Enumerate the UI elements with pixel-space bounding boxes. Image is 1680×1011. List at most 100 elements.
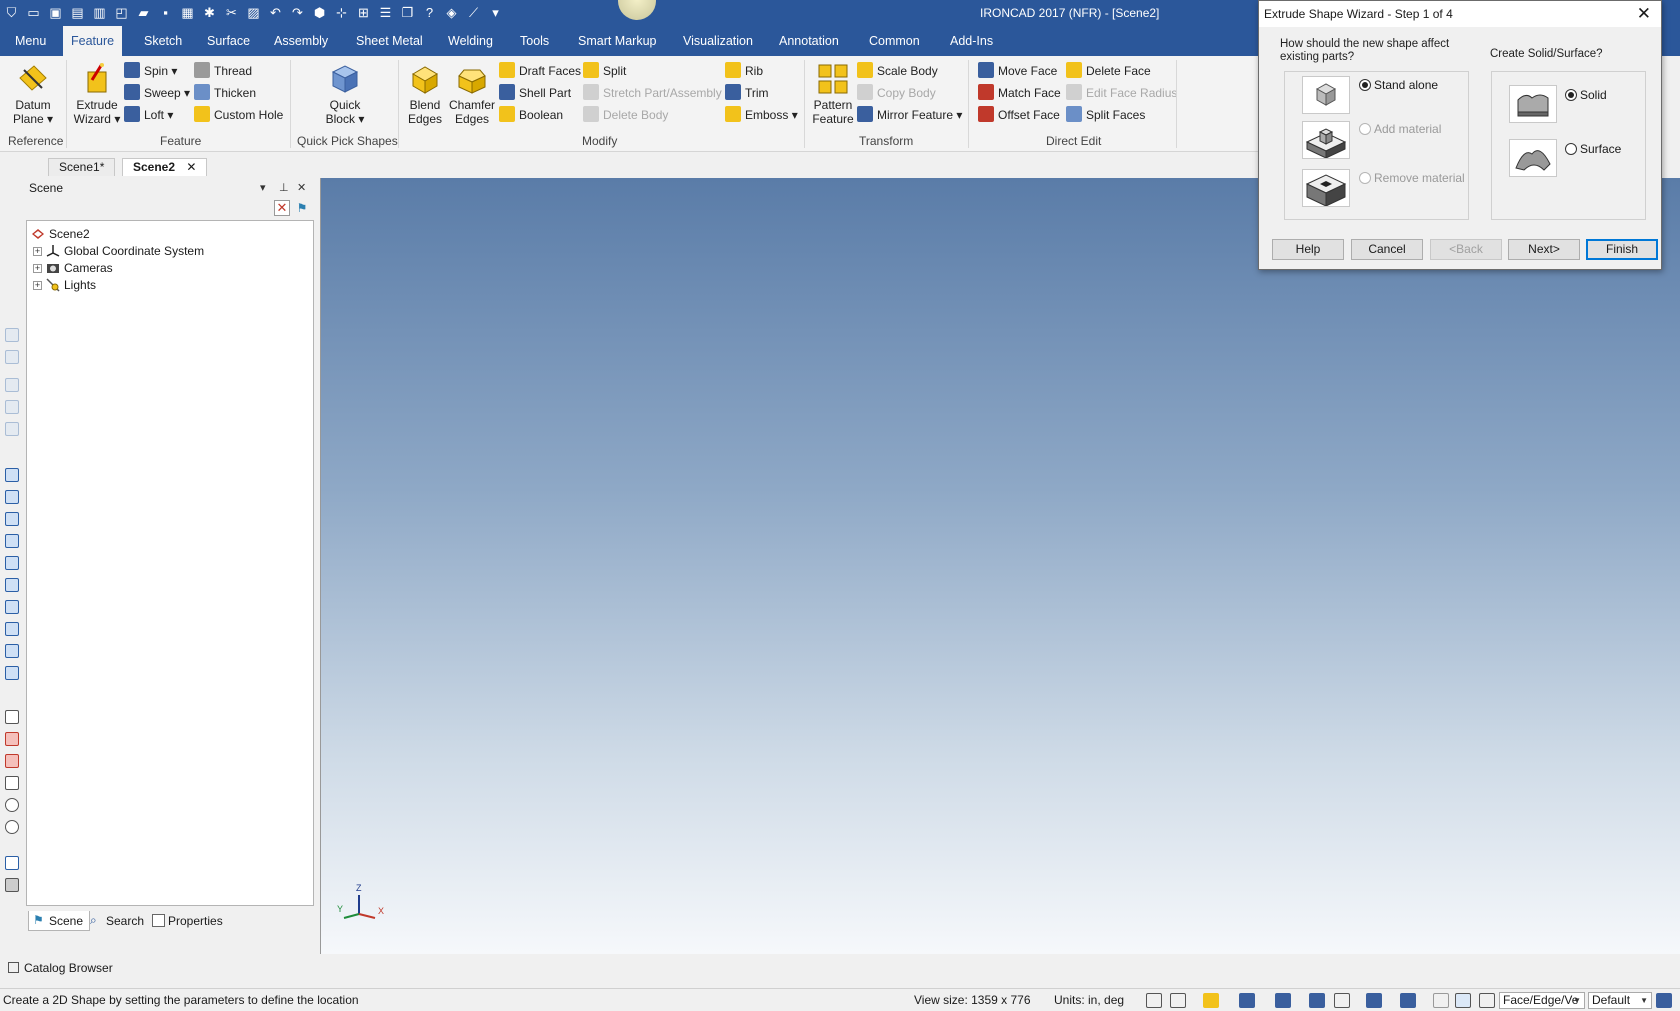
back-view-icon[interactable] [5, 534, 19, 548]
datum-plane-button[interactable]: Datum Plane ▾ [10, 62, 56, 126]
expand-icon[interactable]: + [33, 264, 42, 273]
ruler-icon[interactable] [5, 878, 19, 892]
tab-tools[interactable]: Tools [512, 26, 557, 56]
iso-view-icon[interactable] [5, 622, 19, 636]
spin-view-icon[interactable] [5, 820, 19, 834]
app-icon[interactable]: ⛉ [2, 3, 21, 22]
match-face-button[interactable]: Match Face [978, 84, 1061, 102]
cancel-button[interactable]: Cancel [1351, 239, 1423, 260]
front-view-icon[interactable] [5, 468, 19, 482]
tab-visualization[interactable]: Visualization [675, 26, 761, 56]
edit-face-radius-button[interactable]: Edit Face Radius [1066, 84, 1177, 102]
remove-material-radio[interactable]: Remove material [1359, 171, 1465, 185]
view-tool-icon[interactable] [5, 328, 19, 342]
close-tab-icon[interactable]: ✕ [186, 160, 196, 174]
iso-view-icon[interactable] [5, 644, 19, 658]
camera-target-icon[interactable] [5, 754, 19, 768]
split-button[interactable]: Split [583, 62, 626, 80]
tab-annotation[interactable]: Annotation [771, 26, 847, 56]
bottom-view-icon[interactable] [5, 556, 19, 570]
undo-icon[interactable]: ↶ [266, 3, 285, 22]
rib-button[interactable]: Rib [725, 62, 763, 80]
view-tool-icon[interactable] [5, 400, 19, 414]
zoom-icon[interactable] [1146, 993, 1162, 1008]
trim-button[interactable]: Trim [725, 84, 769, 102]
offset-face-button[interactable]: Offset Face [978, 106, 1060, 124]
expand-icon[interactable]: + [33, 247, 42, 256]
stand-alone-radio[interactable]: Stand alone [1359, 78, 1438, 92]
thicken-button[interactable]: Thicken [194, 84, 256, 102]
top-view-icon[interactable] [5, 490, 19, 504]
pin-icon[interactable]: ⊥ [279, 178, 289, 198]
view-tool-icon[interactable] [5, 422, 19, 436]
move-face-button[interactable]: Move Face [978, 62, 1057, 80]
camera-mode-icon[interactable] [1400, 993, 1416, 1008]
panel-menu-icon[interactable]: ▾ [260, 178, 266, 198]
tree-item-global-coordinate-system[interactable]: + Global Coordinate System [33, 242, 204, 260]
stretch-part-button[interactable]: Stretch Part/Assembly [583, 84, 722, 102]
select-pointer-icon[interactable] [1455, 993, 1471, 1008]
pattern-feature-button[interactable]: Pattern Feature [808, 62, 858, 126]
orient-icon[interactable] [5, 710, 19, 724]
zoom-window-icon[interactable] [1170, 993, 1186, 1008]
new-sheet-icon[interactable]: ▥ [90, 3, 109, 22]
section-icon[interactable] [1275, 993, 1291, 1008]
view-tool-icon[interactable] [5, 350, 19, 364]
measure-icon[interactable]: ⟋ [464, 3, 483, 22]
view-orient-icon[interactable] [1366, 993, 1382, 1008]
loft-button[interactable]: Loft ▾ [124, 106, 173, 124]
split-faces-button[interactable]: Split Faces [1066, 106, 1145, 124]
custom-hole-button[interactable]: Custom Hole [194, 106, 283, 124]
selection-filter-select[interactable]: Face/Edge/Ve ▼ [1499, 992, 1585, 1009]
paste-icon[interactable]: ▨ [244, 3, 263, 22]
next-button[interactable]: Next> [1508, 239, 1580, 260]
tab-smart-markup[interactable]: Smart Markup [570, 26, 665, 56]
finish-button[interactable]: Finish [1586, 239, 1658, 260]
tree-item-cameras[interactable]: + Cameras [33, 259, 113, 277]
rotate-icon[interactable] [5, 798, 19, 812]
extrude-wizard-button[interactable]: Extrude Wizard ▾ [72, 62, 122, 126]
mirror-feature-button[interactable]: Mirror Feature ▾ [857, 106, 962, 124]
triball-icon[interactable]: ⊹ [332, 3, 351, 22]
thread-button[interactable]: Thread [194, 62, 252, 80]
catalog-browser-bar[interactable]: Catalog Browser [0, 957, 340, 979]
tab-scene[interactable]: ⚑ Scene [28, 911, 91, 931]
tutorial-icon[interactable]: ◈ [442, 3, 461, 22]
tree-icon[interactable] [1656, 993, 1672, 1008]
render-icon[interactable]: ✱ [200, 3, 219, 22]
tab-assembly[interactable]: Assembly [266, 26, 336, 56]
panel-close-icon[interactable]: ✕ [297, 178, 306, 198]
scale-body-button[interactable]: Scale Body [857, 62, 938, 80]
delete-body-button[interactable]: Delete Body [583, 106, 668, 124]
tab-surface[interactable]: Surface [199, 26, 258, 56]
surface-radio[interactable]: Surface [1565, 142, 1621, 156]
tab-common[interactable]: Common [861, 26, 928, 56]
print-icon[interactable]: ▦ [178, 3, 197, 22]
assembly-icon[interactable]: ⊞ [354, 3, 373, 22]
display-icon[interactable] [1334, 993, 1350, 1008]
smart-dimension-icon[interactable] [5, 856, 19, 870]
scene-template-icon[interactable]: ◰ [112, 3, 131, 22]
angle-icon[interactable] [5, 776, 19, 790]
save-icon[interactable]: ▪ [156, 3, 175, 22]
blend-edges-button[interactable]: Blend Edges [403, 62, 447, 126]
dialog-close-icon[interactable]: ✕ [1637, 1, 1651, 27]
emboss-button[interactable]: Emboss ▾ [725, 106, 798, 124]
view-tool-icon[interactable] [5, 378, 19, 392]
iso-view-icon[interactable] [5, 600, 19, 614]
iso-view-icon[interactable] [5, 666, 19, 680]
tab-sketch[interactable]: Sketch [136, 26, 190, 56]
new-icon[interactable]: ▭ [24, 3, 43, 22]
chamfer-edges-button[interactable]: Chamfer Edges [447, 62, 497, 126]
tab-properties[interactable]: Properties [148, 911, 223, 931]
tab-sheet-metal[interactable]: Sheet Metal [348, 26, 431, 56]
tree-item-lights[interactable]: + Lights [33, 276, 96, 294]
solid-radio[interactable]: Solid [1565, 88, 1607, 102]
open-icon[interactable]: ▰ [134, 3, 153, 22]
new-part-icon[interactable]: ▣ [46, 3, 65, 22]
tab-scene1[interactable]: Scene1* [48, 158, 116, 176]
clear-filter-icon[interactable]: ✕ [274, 200, 290, 216]
camera-icon[interactable] [5, 732, 19, 746]
select-mode-icon[interactable] [1479, 993, 1495, 1008]
tab-scene2[interactable]: Scene2 ✕ [122, 158, 208, 176]
